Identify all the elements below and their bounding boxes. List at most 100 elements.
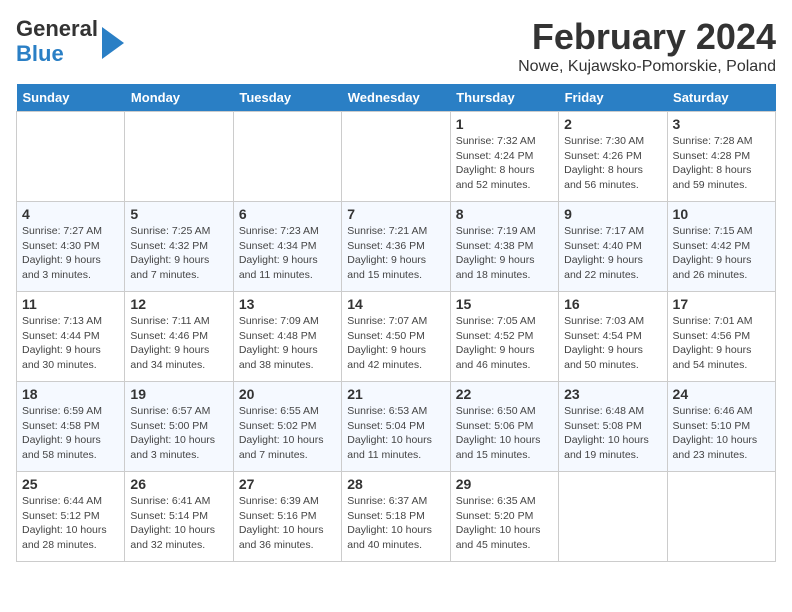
day-number: 21 — [347, 386, 444, 402]
day-number: 11 — [22, 296, 119, 312]
day-number: 9 — [564, 206, 661, 222]
calendar-cell: 6Sunrise: 7:23 AM Sunset: 4:34 PM Daylig… — [233, 202, 341, 292]
day-info: Sunrise: 7:21 AM Sunset: 4:36 PM Dayligh… — [347, 224, 444, 283]
day-info: Sunrise: 7:23 AM Sunset: 4:34 PM Dayligh… — [239, 224, 336, 283]
day-info: Sunrise: 7:09 AM Sunset: 4:48 PM Dayligh… — [239, 314, 336, 373]
day-number: 23 — [564, 386, 661, 402]
day-number: 4 — [22, 206, 119, 222]
day-number: 20 — [239, 386, 336, 402]
day-info: Sunrise: 7:32 AM Sunset: 4:24 PM Dayligh… — [456, 134, 553, 193]
header-saturday: Saturday — [667, 84, 775, 112]
calendar-cell: 10 Sunrise: 7:15 AM Sunset: 4:42 PM Dayli… — [667, 202, 775, 292]
header-tuesday: Tuesday — [233, 84, 341, 112]
header-friday: Friday — [559, 84, 667, 112]
day-info: Sunrise: 7:05 AM Sunset: 4:52 PM Dayligh… — [456, 314, 553, 373]
calendar-week-1: 1 Sunrise: 7:32 AM Sunset: 4:24 PM Daylig… — [17, 112, 776, 202]
calendar-cell — [233, 112, 341, 202]
calendar-cell: 1 Sunrise: 7:32 AM Sunset: 4:24 PM Daylig… — [450, 112, 558, 202]
calendar-cell: 13 Sunrise: 7:09 AM Sunset: 4:48 PM Dayli… — [233, 292, 341, 382]
logo-text: General Blue — [16, 16, 124, 67]
calendar-cell — [125, 112, 233, 202]
calendar-cell: 15 Sunrise: 7:05 AM Sunset: 4:52 PM Dayli… — [450, 292, 558, 382]
day-info: Sunrise: 6:35 AM Sunset: 5:20 PM Dayligh… — [456, 494, 553, 553]
day-number: 26 — [130, 476, 227, 492]
calendar-cell: 8Sunrise: 7:19 AM Sunset: 4:38 PM Daylig… — [450, 202, 558, 292]
day-number: 10 — [673, 206, 770, 222]
calendar-week-5: 25 Sunrise: 6:44 AM Sunset: 5:12 PM Dayli… — [17, 472, 776, 562]
calendar-cell: 3 Sunrise: 7:28 AM Sunset: 4:28 PM Daylig… — [667, 112, 775, 202]
day-number: 25 — [22, 476, 119, 492]
calendar-cell — [17, 112, 125, 202]
logo-blue: Blue — [16, 41, 64, 66]
day-info: Sunrise: 7:03 AM Sunset: 4:54 PM Dayligh… — [564, 314, 661, 373]
calendar-header-row: SundayMondayTuesdayWednesdayThursdayFrid… — [17, 84, 776, 112]
calendar-cell — [559, 472, 667, 562]
day-info: Sunrise: 7:25 AM Sunset: 4:32 PM Dayligh… — [130, 224, 227, 283]
day-number: 8 — [456, 206, 553, 222]
calendar-cell: 26 Sunrise: 6:41 AM Sunset: 5:14 PM Dayli… — [125, 472, 233, 562]
calendar-week-2: 4 Sunrise: 7:27 AM Sunset: 4:30 PM Daylig… — [17, 202, 776, 292]
day-info: Sunrise: 7:13 AM Sunset: 4:44 PM Dayligh… — [22, 314, 119, 373]
day-info: Sunrise: 6:53 AM Sunset: 5:04 PM Dayligh… — [347, 404, 444, 463]
day-info: Sunrise: 6:37 AM Sunset: 5:18 PM Dayligh… — [347, 494, 444, 553]
day-info: Sunrise: 7:27 AM Sunset: 4:30 PM Dayligh… — [22, 224, 119, 283]
day-info: Sunrise: 7:30 AM Sunset: 4:26 PM Dayligh… — [564, 134, 661, 193]
calendar-cell: 17Sunrise: 7:01 AM Sunset: 4:56 PM Dayli… — [667, 292, 775, 382]
calendar-cell — [667, 472, 775, 562]
day-number: 22 — [456, 386, 553, 402]
day-info: Sunrise: 7:11 AM Sunset: 4:46 PM Dayligh… — [130, 314, 227, 373]
header-wednesday: Wednesday — [342, 84, 450, 112]
calendar-cell: 12Sunrise: 7:11 AM Sunset: 4:46 PM Dayli… — [125, 292, 233, 382]
calendar-cell: 29 Sunrise: 6:35 AM Sunset: 5:20 PM Dayli… — [450, 472, 558, 562]
day-info: Sunrise: 7:28 AM Sunset: 4:28 PM Dayligh… — [673, 134, 770, 193]
day-info: Sunrise: 6:55 AM Sunset: 5:02 PM Dayligh… — [239, 404, 336, 463]
calendar-cell: 2Sunrise: 7:30 AM Sunset: 4:26 PM Daylig… — [559, 112, 667, 202]
calendar-cell: 16 Sunrise: 7:03 AM Sunset: 4:54 PM Dayli… — [559, 292, 667, 382]
calendar-cell: 19 Sunrise: 6:57 AM Sunset: 5:00 PM Dayli… — [125, 382, 233, 472]
day-number: 5 — [130, 206, 227, 222]
day-number: 7 — [347, 206, 444, 222]
day-info: Sunrise: 6:44 AM Sunset: 5:12 PM Dayligh… — [22, 494, 119, 553]
calendar-table: SundayMondayTuesdayWednesdayThursdayFrid… — [16, 84, 776, 562]
day-info: Sunrise: 6:59 AM Sunset: 4:58 PM Dayligh… — [22, 404, 119, 463]
calendar-cell: 28 Sunrise: 6:37 AM Sunset: 5:18 PM Dayli… — [342, 472, 450, 562]
day-info: Sunrise: 6:48 AM Sunset: 5:08 PM Dayligh… — [564, 404, 661, 463]
calendar-cell: 21 Sunrise: 6:53 AM Sunset: 5:04 PM Dayli… — [342, 382, 450, 472]
day-info: Sunrise: 7:17 AM Sunset: 4:40 PM Dayligh… — [564, 224, 661, 283]
calendar-cell: 4 Sunrise: 7:27 AM Sunset: 4:30 PM Daylig… — [17, 202, 125, 292]
day-number: 14 — [347, 296, 444, 312]
calendar-cell: 5 Sunrise: 7:25 AM Sunset: 4:32 PM Daylig… — [125, 202, 233, 292]
day-number: 29 — [456, 476, 553, 492]
calendar-cell: 25 Sunrise: 6:44 AM Sunset: 5:12 PM Dayli… — [17, 472, 125, 562]
calendar-cell: 22Sunrise: 6:50 AM Sunset: 5:06 PM Dayli… — [450, 382, 558, 472]
day-number: 18 — [22, 386, 119, 402]
title-block: February 2024 Nowe, Kujawsko-Pomorskie, … — [518, 16, 776, 76]
header-sunday: Sunday — [17, 84, 125, 112]
day-number: 3 — [673, 116, 770, 132]
day-info: Sunrise: 6:46 AM Sunset: 5:10 PM Dayligh… — [673, 404, 770, 463]
day-number: 1 — [456, 116, 553, 132]
day-number: 28 — [347, 476, 444, 492]
logo: General Blue — [16, 16, 124, 67]
month-year-title: February 2024 — [518, 16, 776, 58]
calendar-cell: 24 Sunrise: 6:46 AM Sunset: 5:10 PM Dayli… — [667, 382, 775, 472]
day-number: 15 — [456, 296, 553, 312]
header-thursday: Thursday — [450, 84, 558, 112]
day-info: Sunrise: 7:01 AM Sunset: 4:56 PM Dayligh… — [673, 314, 770, 373]
day-info: Sunrise: 7:15 AM Sunset: 4:42 PM Dayligh… — [673, 224, 770, 283]
day-number: 19 — [130, 386, 227, 402]
calendar-cell: 18 Sunrise: 6:59 AM Sunset: 4:58 PM Dayli… — [17, 382, 125, 472]
day-info: Sunrise: 6:41 AM Sunset: 5:14 PM Dayligh… — [130, 494, 227, 553]
page-header: General Blue February 2024 Nowe, Kujawsk… — [16, 16, 776, 76]
calendar-cell: 14Sunrise: 7:07 AM Sunset: 4:50 PM Dayli… — [342, 292, 450, 382]
calendar-cell: 20 Sunrise: 6:55 AM Sunset: 5:02 PM Dayli… — [233, 382, 341, 472]
day-info: Sunrise: 6:57 AM Sunset: 5:00 PM Dayligh… — [130, 404, 227, 463]
calendar-week-3: 11 Sunrise: 7:13 AM Sunset: 4:44 PM Dayli… — [17, 292, 776, 382]
calendar-cell — [342, 112, 450, 202]
day-number: 24 — [673, 386, 770, 402]
day-number: 16 — [564, 296, 661, 312]
day-number: 13 — [239, 296, 336, 312]
location-subtitle: Nowe, Kujawsko-Pomorskie, Poland — [518, 58, 776, 76]
header-monday: Monday — [125, 84, 233, 112]
day-info: Sunrise: 6:39 AM Sunset: 5:16 PM Dayligh… — [239, 494, 336, 553]
